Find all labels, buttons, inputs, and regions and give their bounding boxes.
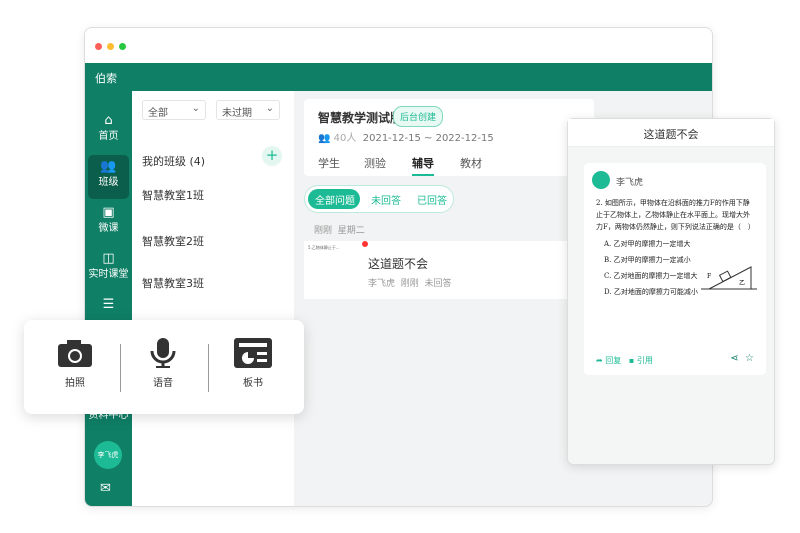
question-author: 李飞虎 bbox=[368, 279, 396, 289]
option-b: B. 乙对甲的摩擦力一定减小 bbox=[604, 256, 691, 264]
maximize-button[interactable] bbox=[119, 43, 126, 50]
students-icon: 👥 bbox=[318, 133, 331, 144]
question-detail-card: 李飞虎 2. 如图所示，甲物体在沿斜面的推力F的作用下静止于乙物体上，乙物体静止… bbox=[584, 163, 766, 375]
nav-label: 实时课堂 bbox=[88, 269, 129, 280]
option-d: D. 乙对地面的摩擦力可能减小 bbox=[604, 288, 698, 296]
date-range: 2021-12-15 ~ 2022-12-15 bbox=[362, 133, 494, 144]
option-c: C. 乙对地面的摩擦力一定增大 bbox=[604, 272, 698, 280]
sidebar-item-home[interactable]: ⌂ 首页 bbox=[88, 109, 129, 153]
close-button[interactable] bbox=[95, 43, 102, 50]
class-list-panel: 全部 ⌄ 未过期 ⌄ 我的班级 (4) + 智慧教室1班 智慧教室2班 智慧教室3班 bbox=[132, 91, 294, 506]
tool-label: 语音 bbox=[153, 378, 173, 389]
class-list-heading: 我的班级 (4) bbox=[142, 155, 206, 168]
filter-unanswered[interactable]: 未回答 bbox=[371, 192, 401, 207]
app-title: 伯索 bbox=[85, 63, 712, 91]
question-time: 刚刚 bbox=[400, 279, 419, 289]
video-icon: ▣ bbox=[102, 205, 115, 220]
camera-icon bbox=[58, 340, 92, 367]
share-icon[interactable]: ⋖ bbox=[730, 353, 738, 364]
question-thumbnail: 5.乙物体静止于... bbox=[308, 245, 340, 250]
question-title: 这道题不会 bbox=[368, 257, 429, 271]
unread-dot bbox=[362, 241, 368, 247]
svg-text:F: F bbox=[707, 273, 711, 280]
day-label: 星期二 bbox=[337, 226, 365, 236]
tab-textbook[interactable]: 教材 bbox=[460, 155, 482, 171]
filter-select-type[interactable]: 全部 ⌄ bbox=[142, 100, 206, 120]
class-item[interactable]: 智慧教室2班 bbox=[142, 233, 204, 249]
sidebar-item-class[interactable]: 👥 班级 bbox=[88, 155, 129, 199]
select-value: 全部 bbox=[148, 108, 168, 119]
nav-label: 首页 bbox=[98, 131, 119, 142]
nav-label: 班级 bbox=[98, 177, 119, 188]
notebook-icon: ☰ bbox=[102, 297, 115, 312]
quote-label: 引用 bbox=[636, 356, 653, 365]
svg-text:乙: 乙 bbox=[739, 280, 745, 287]
class-icon: 👥 bbox=[100, 159, 117, 174]
chevron-down-icon: ⌄ bbox=[265, 103, 274, 114]
filter-select-status[interactable]: 未过期 ⌄ bbox=[216, 100, 280, 120]
sidebar: ⌂ 首页 👥 班级 ▣ 微课 ◫ 实时课堂 ☰ 资料中心 李飞虎 ✉ bbox=[85, 91, 132, 506]
sidebar-item-microcourse[interactable]: ▣ 微课 bbox=[88, 201, 129, 245]
quote-button[interactable]: ▪ 引用 bbox=[629, 356, 653, 365]
title-bar bbox=[85, 28, 712, 63]
avatar[interactable]: 李飞虎 bbox=[94, 441, 122, 469]
mail-icon[interactable]: ✉ bbox=[100, 481, 111, 496]
sidebar-item-live[interactable]: ◫ 实时课堂 bbox=[88, 247, 129, 291]
incline-figure: F乙 bbox=[701, 266, 757, 290]
reply-label: 回复 bbox=[605, 356, 622, 365]
filter-answered[interactable]: 已回答 bbox=[417, 192, 447, 207]
author-name: 李飞虎 bbox=[616, 178, 644, 188]
day-label: 刚刚 bbox=[314, 226, 333, 236]
panel-title: 这道题不会 bbox=[568, 119, 774, 147]
minimize-button[interactable] bbox=[107, 43, 114, 50]
microphone-icon bbox=[150, 338, 176, 368]
reply-button[interactable]: ➦ 回复 bbox=[596, 356, 621, 365]
home-icon: ⌂ bbox=[104, 113, 113, 128]
question-status: 未回答 bbox=[424, 279, 452, 289]
tool-label: 拍照 bbox=[65, 378, 85, 389]
chevron-down-icon: ⌄ bbox=[191, 103, 200, 114]
status-badge: 后台创建 bbox=[393, 106, 444, 127]
class-title: 智慧教学测试版 bbox=[318, 111, 403, 125]
camera-button[interactable]: 拍照 bbox=[45, 338, 105, 389]
tab-quiz[interactable]: 测验 bbox=[364, 155, 386, 171]
whiteboard-button[interactable]: 板书 bbox=[223, 338, 283, 389]
tool-label: 板书 bbox=[243, 378, 263, 389]
nav-label: 微课 bbox=[98, 223, 119, 234]
star-icon[interactable]: ☆ bbox=[745, 353, 754, 364]
voice-button[interactable]: 语音 bbox=[133, 338, 193, 389]
filter-all[interactable]: 全部问题 bbox=[315, 192, 355, 207]
question-detail-panel: 这道题不会 李飞虎 2. 如图所示，甲物体在沿斜面的推力F的作用下静止于乙物体上… bbox=[567, 118, 775, 465]
input-tools-card: 拍照 语音 板书 bbox=[24, 320, 304, 414]
class-item[interactable]: 智慧教室3班 bbox=[142, 275, 204, 291]
tab-tutoring[interactable]: 辅导 bbox=[412, 155, 434, 176]
question-stem: 2. 如图所示，甲物体在沿斜面的推力F的作用下静止于乙物体上，乙物体静止在水平面… bbox=[596, 199, 755, 231]
option-a: A. 乙对甲的摩擦力一定增大 bbox=[604, 240, 691, 248]
class-header: 智慧教学测试版 后台创建 👥 40人 2021-12-15 ~ 2022-12-… bbox=[304, 99, 594, 176]
question-item[interactable]: 5.乙物体静止于... 这道题不会 李飞虎 刚刚 未回答 bbox=[304, 241, 594, 299]
add-class-button[interactable]: + bbox=[262, 146, 282, 166]
tab-students[interactable]: 学生 bbox=[318, 155, 340, 171]
live-icon: ◫ bbox=[102, 251, 115, 266]
class-item[interactable]: 智慧教室1班 bbox=[142, 187, 204, 203]
student-count: 40人 bbox=[333, 133, 357, 144]
whiteboard-icon bbox=[234, 338, 272, 368]
question-filter: 全部问题 未回答 已回答 bbox=[304, 185, 454, 213]
select-value: 未过期 bbox=[222, 108, 252, 119]
